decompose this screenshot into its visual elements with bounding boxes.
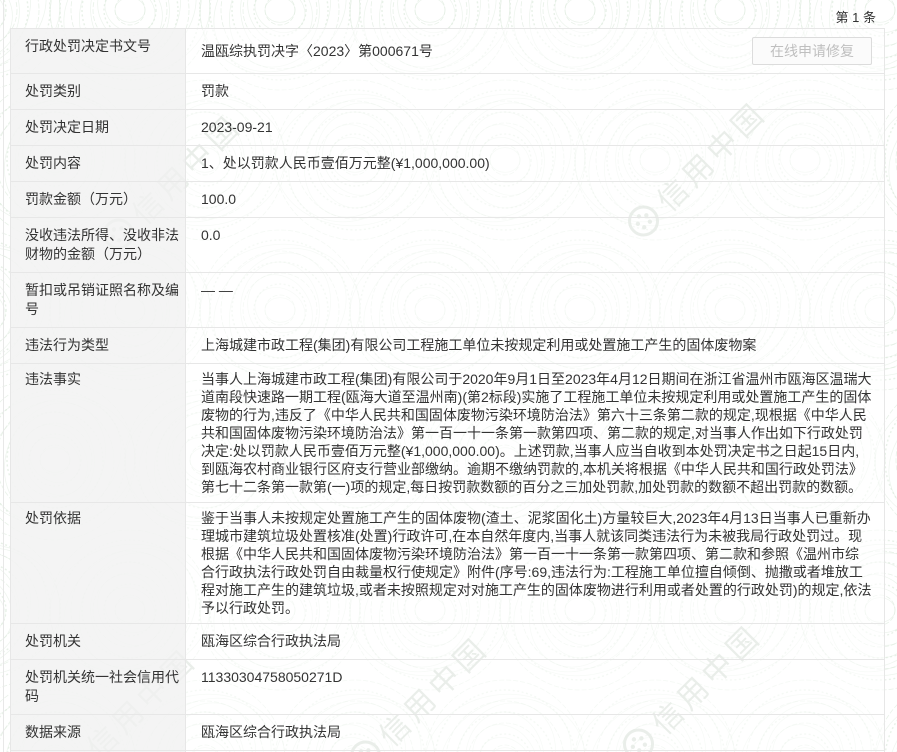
row-value: 温瓯综执罚决字〈2023〉第000671号在线申请修复: [186, 29, 884, 73]
row-label: 违法事实: [11, 364, 186, 502]
page-left-divider: [3, 0, 4, 752]
table-row: 处罚类别罚款: [11, 74, 884, 110]
table-row: 违法事实当事人上海城建市政工程(集团)有限公司于2020年9月1日至2023年4…: [11, 364, 884, 503]
row-value: — —: [186, 273, 884, 327]
table-row: 处罚决定日期2023-09-21: [11, 110, 884, 146]
row-label: 处罚机关统一社会信用代码: [11, 660, 186, 714]
table-row: 处罚机关瓯海区综合行政执法局: [11, 624, 884, 660]
table-row: 没收违法所得、没收非法财物的金额（万元）0.0: [11, 218, 884, 273]
row-value: 当事人上海城建市政工程(集团)有限公司于2020年9月1日至2023年4月12日…: [186, 364, 884, 502]
table-row: 违法行为类型上海城建市政工程(集团)有限公司工程施工单位未按规定利用或处置施工产…: [11, 328, 884, 364]
record-counter: 第 1 条: [836, 7, 876, 26]
row-value: 瓯海区综合行政执法局: [186, 715, 884, 750]
row-value: 100.0: [186, 182, 884, 217]
row-label: 罚款金额（万元）: [11, 182, 186, 217]
row-label: 处罚决定日期: [11, 110, 186, 145]
row-value: 瓯海区综合行政执法局: [186, 624, 884, 659]
row-value: 2023-09-21: [186, 110, 884, 145]
row-label: 处罚内容: [11, 146, 186, 181]
table-row: 罚款金额（万元）100.0: [11, 182, 884, 218]
row-label: 处罚机关: [11, 624, 186, 659]
row-label: 行政处罚决定书文号: [11, 29, 186, 73]
row-value: 11330304758050271D: [186, 660, 884, 714]
row-value: 0.0: [186, 218, 884, 272]
row-label: 暂扣或吊销证照名称及编号: [11, 273, 186, 327]
table-row: 处罚内容1、处以罚款人民币壹佰万元整(¥1,000,000.00): [11, 146, 884, 182]
row-label: 处罚依据: [11, 503, 186, 623]
row-value: 罚款: [186, 74, 884, 109]
row-label: 数据来源: [11, 715, 186, 750]
row-label: 违法行为类型: [11, 328, 186, 363]
page-root: 信用中国信用中国信用中国信用中国信用中国 第 1 条 行政处罚决定书文号温瓯综执…: [0, 0, 897, 752]
repair-request-button[interactable]: 在线申请修复: [752, 37, 872, 65]
table-row: 暂扣或吊销证照名称及编号— —: [11, 273, 884, 328]
row-value: 鉴于当事人未按规定处置施工产生的固体废物(渣土、泥浆固化土)方量较巨大,2023…: [186, 503, 884, 623]
table-row: 数据来源瓯海区综合行政执法局: [11, 715, 884, 751]
penalty-detail-table: 行政处罚决定书文号温瓯综执罚决字〈2023〉第000671号在线申请修复处罚类别…: [10, 28, 885, 752]
row-label: 处罚类别: [11, 74, 186, 109]
table-row: 处罚机关统一社会信用代码11330304758050271D: [11, 660, 884, 715]
table-row: 处罚依据鉴于当事人未按规定处置施工产生的固体废物(渣土、泥浆固化土)方量较巨大,…: [11, 503, 884, 624]
row-label: 没收违法所得、没收非法财物的金额（万元）: [11, 218, 186, 272]
table-row: 行政处罚决定书文号温瓯综执罚决字〈2023〉第000671号在线申请修复: [11, 29, 884, 74]
row-value: 1、处以罚款人民币壹佰万元整(¥1,000,000.00): [186, 146, 884, 181]
row-value: 上海城建市政工程(集团)有限公司工程施工单位未按规定利用或处置施工产生的固体废物…: [186, 328, 884, 363]
